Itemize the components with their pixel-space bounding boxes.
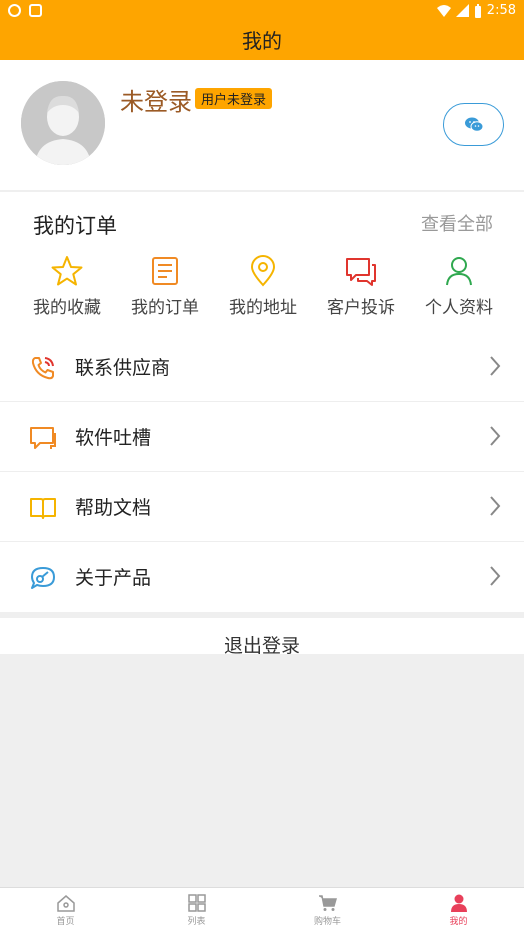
order-shortcut-complaints[interactable]: 客户投诉 <box>312 255 410 318</box>
tab-list[interactable]: 列表 <box>131 888 262 932</box>
profile-icon <box>450 894 467 912</box>
battery-icon <box>474 3 481 18</box>
menu-item-label: 联系供应商 <box>75 357 171 379</box>
logout-button[interactable]: 退出登录 <box>0 618 524 654</box>
status-time: 2:58 <box>486 3 516 18</box>
tab-label: 购物车 <box>313 917 341 927</box>
app-icon-2 <box>29 4 42 17</box>
home-icon <box>56 895 75 912</box>
user-icon <box>446 257 472 286</box>
wechat-icon <box>464 117 483 132</box>
page-title: 我的 <box>0 24 524 60</box>
chevron-right-icon <box>490 496 501 516</box>
menu-item-label: 关于产品 <box>75 567 152 589</box>
tab-label: 我的 <box>449 917 468 927</box>
order-shortcut-profile[interactable]: 个人资料 <box>410 255 508 318</box>
order-shortcut-label: 我的订单 <box>131 298 199 318</box>
tab-label: 列表 <box>187 917 206 927</box>
star-icon <box>51 256 83 286</box>
order-shortcut-address[interactable]: 我的地址 <box>214 255 312 318</box>
order-shortcut-label: 我的收藏 <box>33 298 101 318</box>
orders-section: 我的订单 查看全部 我的收藏 我的订单 我的地址 客户投诉 个人资料 <box>0 192 524 332</box>
cart-icon <box>318 895 337 911</box>
book-icon <box>30 498 56 519</box>
order-shortcut-label: 我的地址 <box>229 298 297 318</box>
status-bar: 2:58 <box>0 0 524 24</box>
chevron-right-icon <box>490 566 501 586</box>
menu-list: 联系供应商 软件吐槽 帮助文档 关于产品 <box>0 332 524 612</box>
login-status-badge: 用户未登录 <box>195 88 273 109</box>
chevron-right-icon <box>490 356 501 376</box>
username[interactable]: 未登录 <box>120 82 192 117</box>
view-all-orders-link[interactable]: 查看全部 <box>421 210 493 236</box>
menu-item-feedback[interactable]: 软件吐槽 <box>0 402 524 472</box>
app-screen: 2:58 我的 未登录 用户未登录 我的订单 查看全部 我的收藏 我的订单 我的… <box>0 0 524 932</box>
message-icon <box>30 427 56 449</box>
menu-item-about-product[interactable]: 关于产品 <box>0 542 524 612</box>
grid-icon <box>187 894 206 912</box>
tab-label: 首页 <box>56 917 75 927</box>
tab-profile[interactable]: 我的 <box>393 888 524 932</box>
location-pin-icon <box>250 255 276 287</box>
orders-title: 我的订单 <box>33 214 117 238</box>
avatar[interactable] <box>21 81 105 165</box>
menu-item-label: 帮助文档 <box>75 497 152 519</box>
wifi-icon <box>436 4 451 17</box>
order-list-icon <box>152 257 178 285</box>
chat-bubbles-icon <box>346 258 376 286</box>
menu-item-contact-supplier[interactable]: 联系供应商 <box>0 332 524 402</box>
menu-item-label: 软件吐槽 <box>75 427 152 449</box>
tab-home[interactable]: 首页 <box>0 888 131 932</box>
about-icon <box>31 567 55 589</box>
order-shortcut-favorites[interactable]: 我的收藏 <box>18 255 116 318</box>
app-icon-1 <box>8 4 21 17</box>
order-shortcut-label: 客户投诉 <box>327 298 395 318</box>
default-avatar-icon <box>21 81 105 165</box>
order-shortcut-label: 个人资料 <box>425 298 493 318</box>
menu-item-help-docs[interactable]: 帮助文档 <box>0 472 524 542</box>
phone-icon <box>31 357 54 380</box>
profile-section: 未登录 用户未登录 <box>0 60 524 191</box>
signal-icon <box>455 4 469 17</box>
wechat-login-button[interactable] <box>443 103 504 146</box>
order-shortcut-orders[interactable]: 我的订单 <box>116 255 214 318</box>
chevron-right-icon <box>490 426 501 446</box>
tab-cart[interactable]: 购物车 <box>262 888 393 932</box>
bottom-tab-bar: 首页 列表 购物车 我的 <box>0 887 524 932</box>
